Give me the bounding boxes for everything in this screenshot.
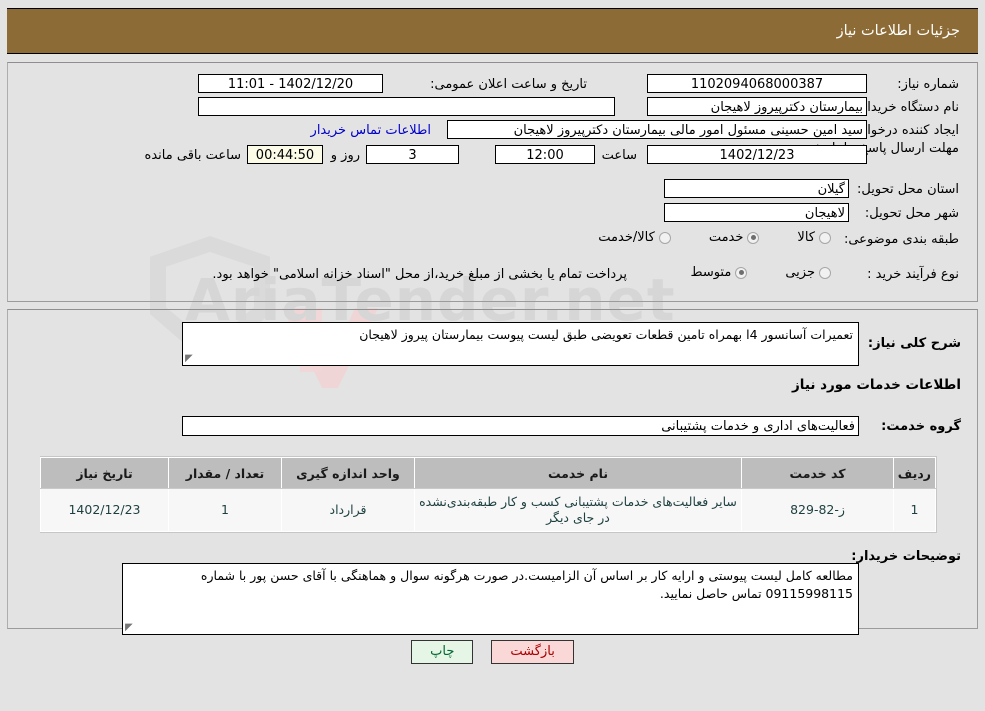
- resize-grip-icon[interactable]: ◥: [125, 622, 135, 633]
- radio-icon[interactable]: [735, 266, 748, 279]
- back-button[interactable]: بازگشت: [491, 640, 574, 664]
- buyer-notes-textarea[interactable]: مطالعه کامل لیست پیوستی و ارایه کار بر ا…: [122, 563, 859, 635]
- announce-datetime-value: 1402/12/20 - 11:01: [198, 74, 383, 93]
- buyer-contact-link[interactable]: اطلاعات تماس خریدار: [311, 123, 431, 138]
- category-option-khedmat[interactable]: خدمت: [709, 230, 760, 245]
- radio-icon[interactable]: [658, 231, 671, 244]
- city-label: شهر محل تحویل:: [864, 206, 959, 221]
- category-option-label: کالا/خدمت: [598, 230, 655, 245]
- radio-icon[interactable]: [747, 231, 760, 244]
- table-row: 1 ز-82-829 سایر فعالیت‌های خدمات پشتیبان…: [40, 488, 936, 532]
- need-number-value: 1102094068000387: [647, 74, 867, 93]
- services-section-title: اطلاعات خدمات مورد نیاز: [791, 377, 961, 393]
- deadline-date-value: 1402/12/23: [647, 145, 867, 164]
- blank-field: [198, 97, 615, 116]
- purchase-type-label: نوع فرآیند خرید :: [867, 267, 959, 282]
- purchase-type-option-label: متوسط: [690, 265, 732, 280]
- city-value: لاهیجان: [664, 203, 849, 222]
- table-header-cell: تاریخ نیاز: [40, 457, 169, 489]
- purchase-type-option-label: جزیی: [785, 265, 815, 280]
- remaining-days-value: 3: [366, 145, 459, 164]
- countdown-timer: 00:44:50: [247, 145, 323, 164]
- services-table: ردیف کد خدمت نام خدمت واحد اندازه گیری ت…: [40, 457, 936, 532]
- treasury-note-label: پرداخت تمام یا بخشی از مبلغ خرید،از محل …: [212, 267, 627, 282]
- category-option-kala[interactable]: کالا: [797, 230, 831, 245]
- purchase-type-option-motavaset[interactable]: متوسط: [690, 265, 748, 280]
- action-button-row: بازگشت چاپ: [0, 640, 985, 664]
- table-header-cell: کد خدمت: [741, 457, 894, 489]
- general-desc-value: تعمیرات آسانسور 4ا بهمراه تامین قطعات تع…: [359, 327, 853, 342]
- resize-grip-icon[interactable]: ◥: [185, 353, 195, 364]
- need-info-panel: شماره نیاز: 1102094068000387 تاریخ و ساع…: [7, 62, 978, 302]
- services-table-wrapper: ردیف کد خدمت نام خدمت واحد اندازه گیری ت…: [40, 456, 937, 533]
- remaining-days-label: روز و: [330, 148, 360, 163]
- cell-need-date: 1402/12/23: [40, 488, 169, 532]
- cell-unit: قرارداد: [281, 488, 415, 532]
- radio-icon[interactable]: [819, 266, 831, 279]
- province-label: استان محل تحویل:: [857, 182, 959, 197]
- page-title: جزئیات اطلاعات نیاز: [836, 23, 960, 39]
- category-option-label: خدمت: [708, 230, 744, 245]
- province-value: گیلان: [664, 179, 849, 198]
- purchase-type-radio-group[interactable]: جزیی متوسط: [690, 265, 831, 280]
- table-header-cell: واحد اندازه گیری: [281, 457, 415, 489]
- table-header-cell: نام خدمت: [414, 457, 742, 489]
- radio-icon[interactable]: [819, 231, 831, 244]
- table-header-cell: تعداد / مقدار: [168, 457, 282, 489]
- buyer-org-value: بیمارستان دکترپیروز لاهیجان: [647, 97, 867, 116]
- category-radio-group[interactable]: کالا خدمت کالا/خدمت: [598, 230, 831, 245]
- purchase-type-option-jozei[interactable]: جزیی: [785, 265, 831, 280]
- announce-datetime-label: تاریخ و ساعت اعلان عمومی:: [430, 77, 587, 92]
- cell-row-no: 1: [893, 488, 936, 532]
- table-header-row: ردیف کد خدمت نام خدمت واحد اندازه گیری ت…: [40, 457, 936, 489]
- buyer-notes-value: مطالعه کامل لیست پیوستی و ارایه کار بر ا…: [200, 568, 853, 601]
- service-group-value: فعالیت‌های اداری و خدمات پشتیبانی: [182, 416, 859, 436]
- buyer-org-label: نام دستگاه خریدار:: [856, 100, 959, 115]
- page-header: جزئیات اطلاعات نیاز: [7, 8, 978, 54]
- deadline-time-value: 12:00: [495, 145, 595, 164]
- table-header-cell: ردیف: [893, 457, 936, 489]
- general-desc-textarea[interactable]: تعمیرات آسانسور 4ا بهمراه تامین قطعات تع…: [182, 322, 859, 366]
- deadline-time-label: ساعت: [601, 148, 637, 163]
- cell-quantity: 1: [168, 488, 282, 532]
- need-number-label: شماره نیاز:: [897, 77, 959, 92]
- cell-service-code: ز-82-829: [741, 488, 894, 532]
- creator-value: سید امین حسینی مسئول امور مالی بیمارستان…: [447, 120, 867, 139]
- cell-service-name: سایر فعالیت‌های خدمات پشتیبانی کسب و کار…: [414, 488, 742, 532]
- category-option-label: کالا: [797, 230, 815, 245]
- buyer-notes-label: توضیحات خریدار:: [851, 549, 961, 564]
- service-group-label: گروه خدمت:: [881, 419, 961, 434]
- category-label: طبقه بندی موضوعی:: [843, 232, 959, 247]
- category-option-kala-khedmat[interactable]: کالا/خدمت: [598, 230, 671, 245]
- service-details-panel: شرح کلی نیاز: تعمیرات آسانسور 4ا بهمراه …: [7, 309, 978, 635]
- general-desc-label: شرح کلی نیاز:: [867, 336, 961, 351]
- print-button[interactable]: چاپ: [411, 640, 474, 664]
- countdown-timer-label: ساعت باقی مانده: [144, 148, 241, 163]
